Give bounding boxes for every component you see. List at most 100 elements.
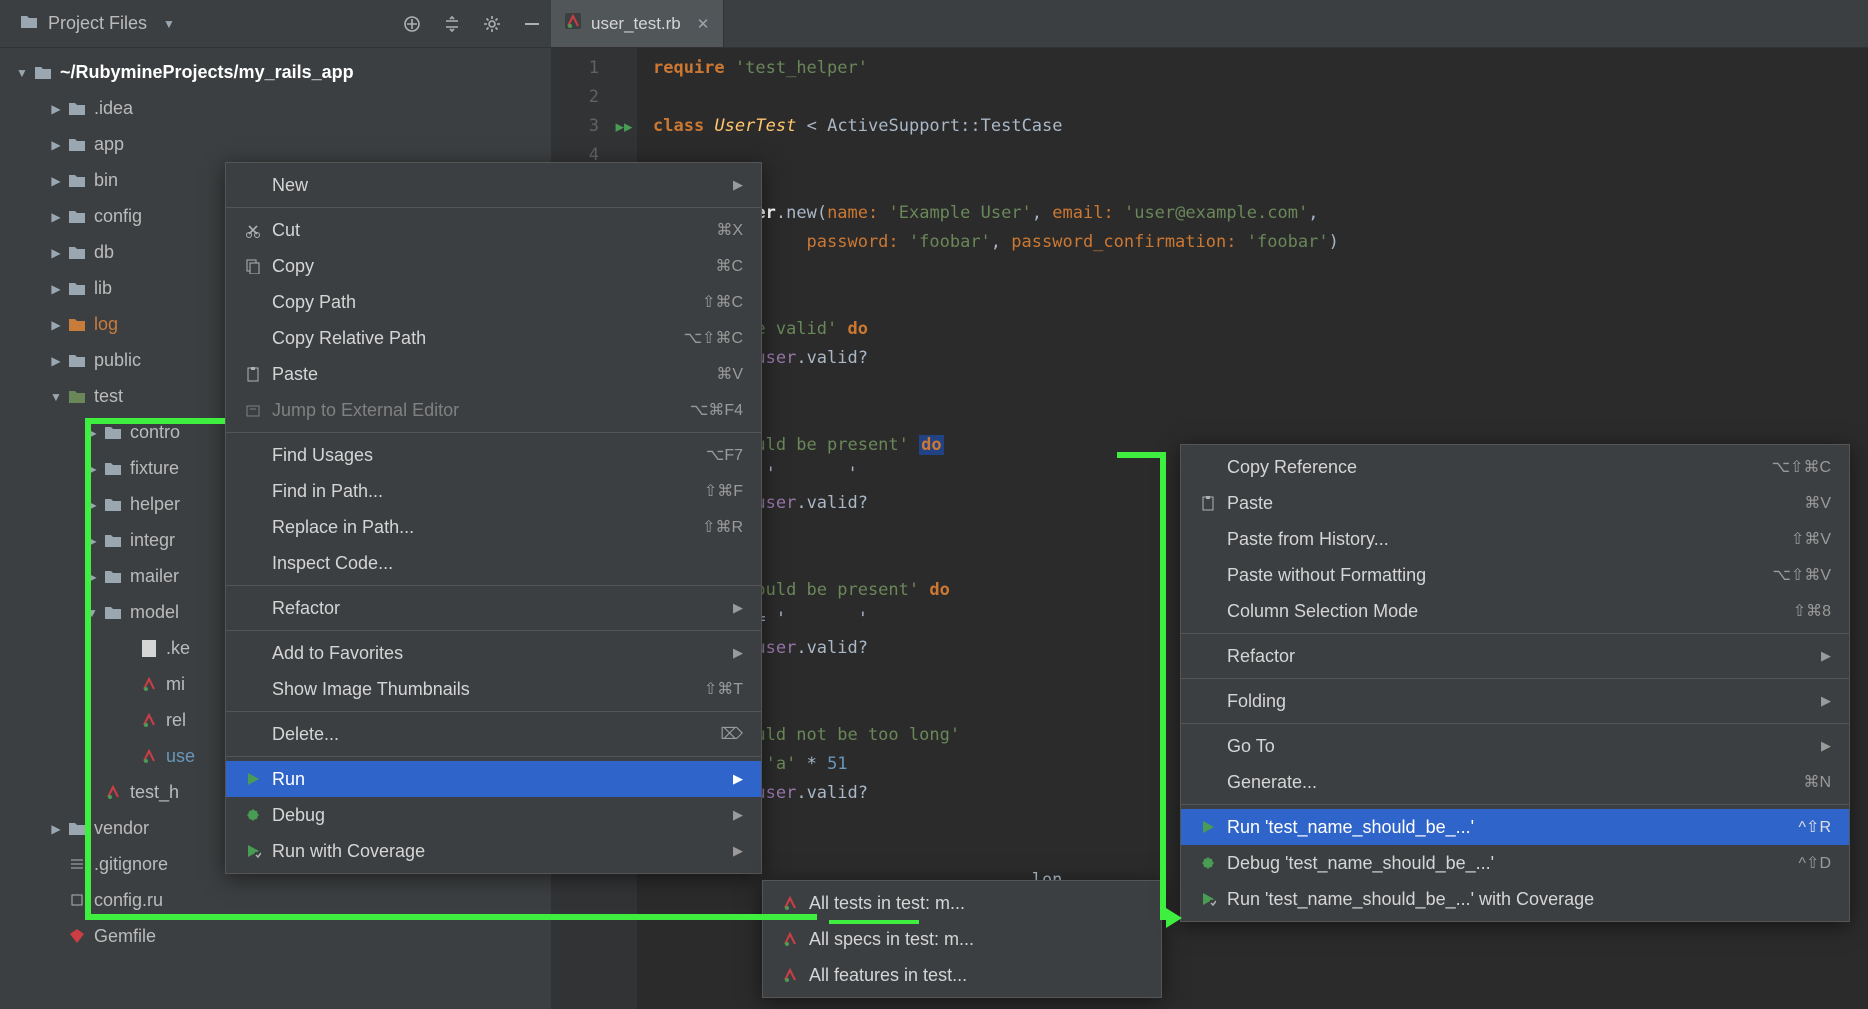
tree-item-label: mi [166, 674, 185, 695]
scroll-from-source-icon[interactable] [403, 15, 421, 33]
menu-item[interactable]: Find in Path... ⇧⌘F [226, 473, 761, 509]
annotation-line [85, 418, 225, 424]
tree-item[interactable]: Gemfile [0, 918, 551, 954]
ruby-file-icon [565, 13, 581, 34]
menu-item-shortcut: ⌥⌘F4 [690, 400, 743, 420]
tree-item-label: mailer [130, 566, 179, 587]
menu-item[interactable]: Paste from History... ⇧⌘V [1181, 521, 1849, 557]
menu-item: Jump to External Editor ⌥⌘F4 [226, 392, 761, 428]
menu-item-label: Replace in Path... [272, 517, 672, 538]
menu-item-label: Go To [1227, 736, 1801, 757]
menu-item[interactable]: All tests in test: m... [763, 885, 1161, 921]
menu-item-label: New [272, 175, 713, 196]
menu-item[interactable]: All features in test... [763, 957, 1161, 993]
menu-item[interactable]: Delete... ⌦ [226, 716, 761, 752]
menu-item[interactable]: Generate... ⌘N [1181, 764, 1849, 800]
chevron-right-icon: ▶ [733, 177, 743, 193]
close-icon[interactable]: ✕ [697, 15, 710, 33]
menu-item-label: Inspect Code... [272, 553, 743, 574]
tree-item-label: helper [130, 494, 180, 515]
coverage-icon [1195, 891, 1221, 907]
gear-icon[interactable] [483, 15, 501, 33]
tree-root[interactable]: ~/RubymineProjects/my_rails_app [0, 54, 551, 90]
editor-tab-label: user_test.rb [591, 14, 681, 34]
menu-item-shortcut: ⇧⌘C [702, 292, 743, 312]
menu-item[interactable]: Folding ▶ [1181, 683, 1849, 719]
chevron-right-icon: ▶ [733, 645, 743, 661]
menu-item-label: Column Selection Mode [1227, 601, 1763, 622]
tree-item[interactable]: .idea [0, 90, 551, 126]
menu-item-label: All specs in test: m... [809, 929, 1143, 950]
menu-item[interactable]: Find Usages ⌥F7 [226, 437, 761, 473]
menu-item[interactable]: Copy Reference ⌥⇧⌘C [1181, 449, 1849, 485]
minimize-icon[interactable] [523, 15, 541, 33]
editor-tab-user-test[interactable]: user_test.rb ✕ [551, 0, 724, 47]
file-icon [138, 676, 160, 692]
menu-item[interactable]: Inspect Code... [226, 545, 761, 581]
paste-icon [1195, 495, 1221, 511]
menu-item-shortcut: ⌥⇧⌘C [1772, 457, 1831, 477]
tree-item-label: integr [130, 530, 175, 551]
tree-item[interactable]: app [0, 126, 551, 162]
menu-item[interactable]: Column Selection Mode ⇧⌘8 [1181, 593, 1849, 629]
run-icon [1195, 819, 1221, 835]
folder-icon [66, 317, 88, 332]
file-icon [102, 784, 124, 800]
context-menu-project[interactable]: New ▶ Cut ⌘X Copy ⌘C Copy Path ⇧⌘C Copy … [225, 162, 762, 874]
coverage-icon [240, 843, 266, 859]
menu-item[interactable]: Paste ⌘V [1181, 485, 1849, 521]
menu-item[interactable]: Run 'test_name_should_be_...' ^⇧R [1181, 809, 1849, 845]
menu-item-label: Generate... [1227, 772, 1773, 793]
menu-item-label: Run 'test_name_should_be_...' with Cover… [1227, 889, 1831, 910]
menu-item[interactable]: Debug ▶ [226, 797, 761, 833]
tree-item-label: .idea [94, 98, 133, 119]
menu-item-label: Paste [1227, 493, 1774, 514]
external-icon [240, 402, 266, 418]
folder-icon [66, 353, 88, 368]
collapse-all-icon[interactable] [443, 15, 461, 33]
folder-icon [66, 209, 88, 224]
menu-item[interactable]: Paste without Formatting ⌥⇧⌘V [1181, 557, 1849, 593]
menu-item-shortcut: ^⇧R [1799, 817, 1831, 837]
menu-item[interactable]: Debug 'test_name_should_be_...' ^⇧D [1181, 845, 1849, 881]
debug-icon [240, 807, 266, 823]
menu-item-shortcut: ⌘N [1803, 772, 1831, 792]
menu-item[interactable]: Go To ▶ [1181, 728, 1849, 764]
menu-item[interactable]: Run ▶ [226, 761, 761, 797]
project-header-left[interactable]: Project Files ▼ [20, 13, 175, 34]
chevron-right-icon: ▶ [733, 843, 743, 859]
tree-item-label: lib [94, 278, 112, 299]
context-menu-editor[interactable]: Copy Reference ⌥⇧⌘C Paste ⌘V Paste from … [1180, 444, 1850, 922]
menu-item[interactable]: Add to Favorites ▶ [226, 635, 761, 671]
menu-item[interactable]: Copy Path ⇧⌘C [226, 284, 761, 320]
menu-item-label: Find Usages [272, 445, 676, 466]
menu-item[interactable]: Replace in Path... ⇧⌘R [226, 509, 761, 545]
rb-icon [777, 895, 803, 911]
copy-icon [240, 258, 266, 274]
menu-item-shortcut: ⇧⌘T [704, 679, 743, 699]
menu-item[interactable]: Paste ⌘V [226, 356, 761, 392]
menu-item-label: Copy Relative Path [272, 328, 654, 349]
menu-item[interactable]: Copy ⌘C [226, 248, 761, 284]
menu-item-label: Run 'test_name_should_be_...' [1227, 817, 1769, 838]
file-icon [138, 748, 160, 764]
menu-item-shortcut: ⇧⌘8 [1793, 601, 1831, 621]
run-submenu[interactable]: All tests in test: m... All specs in tes… [762, 880, 1162, 998]
menu-item[interactable]: Copy Relative Path ⌥⇧⌘C [226, 320, 761, 356]
folder-icon [102, 425, 124, 440]
annotation-arrow-icon [1166, 908, 1182, 928]
menu-item[interactable]: All specs in test: m... [763, 921, 1161, 957]
paste-icon [240, 366, 266, 382]
chevron-right-icon: ▶ [1821, 693, 1831, 709]
menu-item-label: Copy [272, 256, 685, 277]
menu-item[interactable]: Run with Coverage ▶ [226, 833, 761, 869]
menu-item[interactable]: Run 'test_name_should_be_...' with Cover… [1181, 881, 1849, 917]
menu-item[interactable]: Refactor ▶ [226, 590, 761, 626]
menu-item[interactable]: Show Image Thumbnails ⇧⌘T [226, 671, 761, 707]
menu-item[interactable]: New ▶ [226, 167, 761, 203]
folder-icon [102, 569, 124, 584]
menu-item[interactable]: Cut ⌘X [226, 212, 761, 248]
menu-item-label: Copy Reference [1227, 457, 1742, 478]
tree-item[interactable]: config.ru [0, 882, 551, 918]
menu-item[interactable]: Refactor ▶ [1181, 638, 1849, 674]
